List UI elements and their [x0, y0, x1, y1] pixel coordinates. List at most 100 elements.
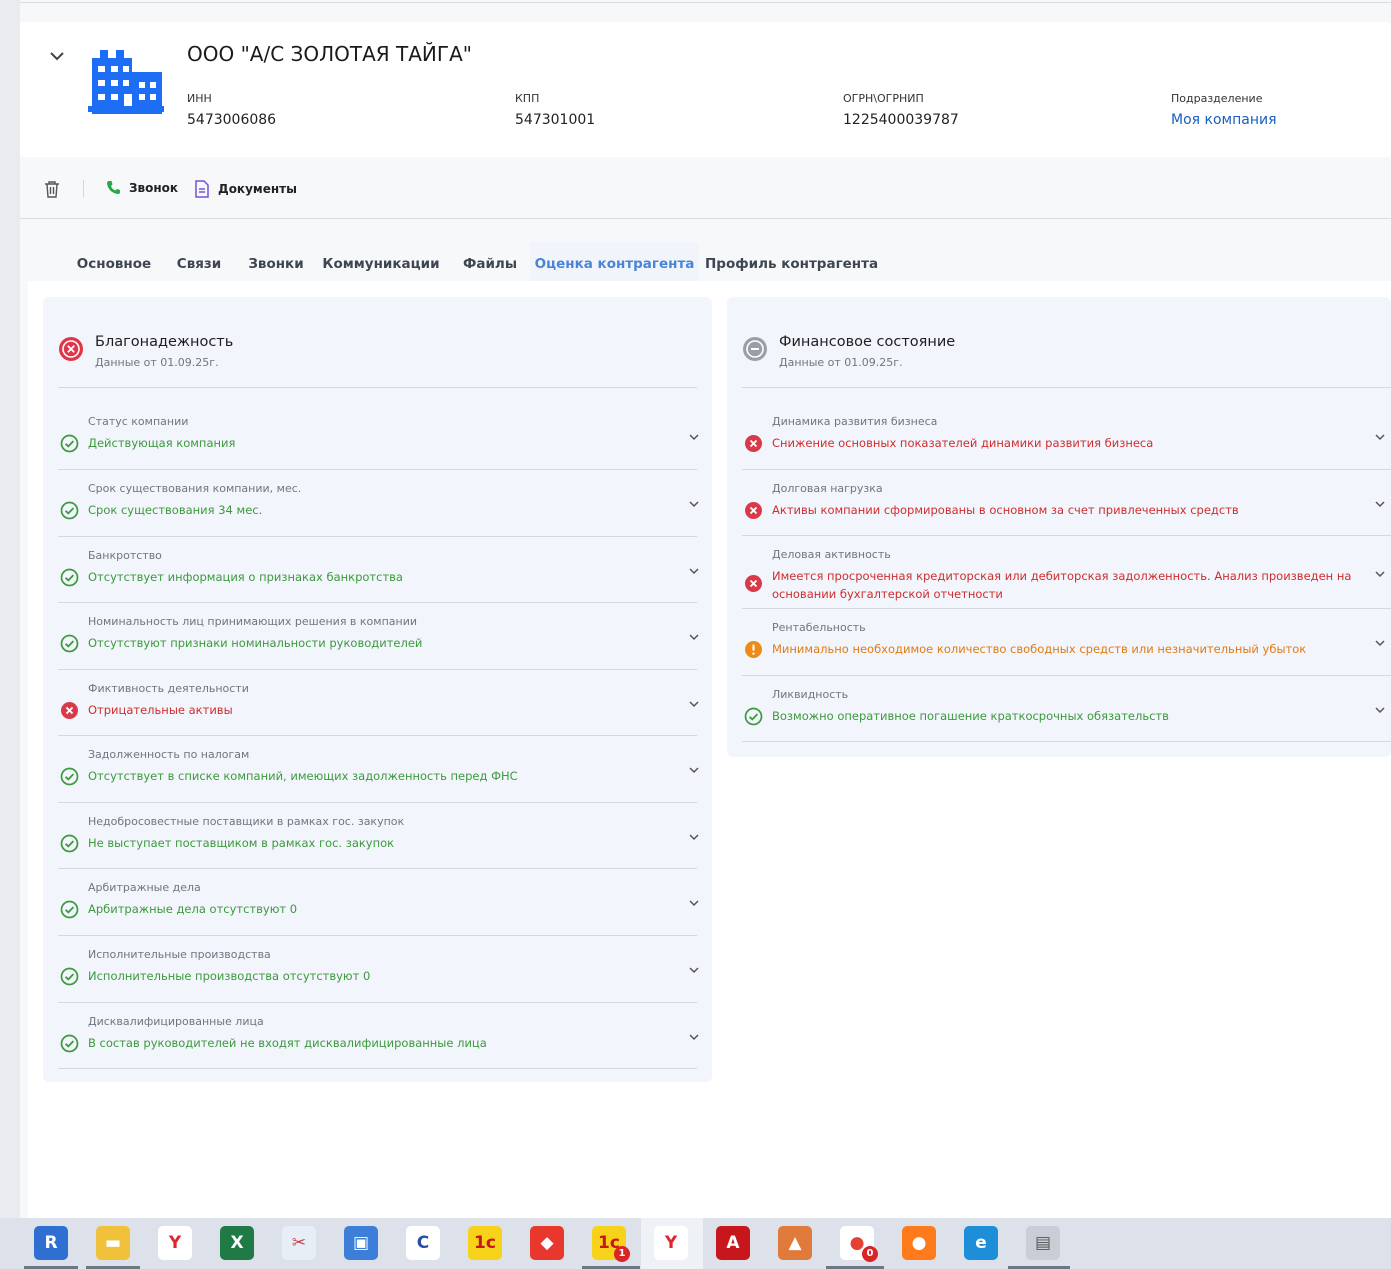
reliability-item[interactable]: Срок существования компании, мес. Срок су…: [58, 470, 699, 537]
1c-icon[interactable]: 1c: [468, 1226, 502, 1260]
chevron-down-icon[interactable]: [687, 497, 701, 511]
anydesk-icon[interactable]: ◆: [530, 1226, 564, 1260]
check-circle-icon: [60, 1034, 79, 1053]
error-circle-icon: [59, 337, 83, 361]
collapse-header-button[interactable]: [48, 48, 68, 64]
chevron-down-icon[interactable]: [687, 896, 701, 910]
finance-item[interactable]: Долговая нагрузка Активы компании сформир…: [742, 470, 1391, 536]
item-label: Ликвидность: [772, 688, 849, 701]
item-value-line: Срок существования 34 мес.: [88, 503, 263, 517]
chevron-down-icon[interactable]: [1373, 636, 1387, 650]
reliability-item[interactable]: Банкротство Отсутствует информация о приз…: [58, 537, 699, 603]
acrobat-icon[interactable]: A: [716, 1226, 750, 1260]
item-value-line: Отсутствует в списке компаний, имеющих з…: [88, 769, 518, 783]
finance-item[interactable]: Ликвидность Возможно оперативное погашени…: [742, 676, 1391, 742]
rdp-icon[interactable]: R: [34, 1226, 68, 1260]
item-value: Отрицательные активы: [88, 701, 233, 719]
chevron-down-icon[interactable]: [687, 963, 701, 977]
chevron-down-icon[interactable]: [1373, 567, 1387, 581]
chevron-down-icon[interactable]: [1373, 497, 1387, 511]
finance-item[interactable]: Деловая активность Имеется просроченная к…: [742, 536, 1391, 609]
reliability-item[interactable]: Номинальность лиц принимающих решения в …: [58, 603, 699, 670]
item-value: Отсутствует информация о признаках банкр…: [88, 568, 403, 586]
tab-main[interactable]: Основное: [65, 242, 163, 282]
tab-calls[interactable]: Звонки: [239, 242, 313, 282]
scissors-tool-icon[interactable]: ✂: [282, 1226, 316, 1260]
department-link[interactable]: Моя компания: [1171, 112, 1277, 128]
reliability-date: Данные от 01.09.25г.: [95, 356, 219, 369]
finance-title: Финансовое состояние: [779, 334, 956, 350]
action-toolbar: Звонок Документы: [20, 168, 1391, 210]
network-computer-icon[interactable]: ▣: [344, 1226, 378, 1260]
check-circle-icon: [60, 900, 79, 919]
excel-icon[interactable]: X: [220, 1226, 254, 1260]
reliability-item[interactable]: Арбитражные дела Арбитражные дела отсутст…: [58, 869, 699, 936]
c-app-icon[interactable]: C: [406, 1226, 440, 1260]
toolbar-separator: [83, 180, 84, 198]
notification-badge: 1: [614, 1246, 630, 1262]
yandex-browser-icon[interactable]: Y: [158, 1226, 192, 1260]
item-value-line: Возможно оперативное погашение краткосро…: [772, 709, 1169, 723]
yandex-browser-active-icon[interactable]: Y: [654, 1226, 688, 1260]
item-value: Снижение основных показателей динамики р…: [772, 434, 1153, 452]
image-viewer-icon[interactable]: ▲: [778, 1226, 812, 1260]
error-circle-icon: [745, 575, 762, 592]
reliability-panel: Благонадежность Данные от 01.09.25г. Ста…: [43, 297, 712, 1082]
chevron-down-icon[interactable]: [687, 697, 701, 711]
minus-circle-icon: [743, 337, 767, 361]
chrome-icon[interactable]: ● 0: [840, 1226, 878, 1262]
file-explorer-icon[interactable]: ▬: [96, 1226, 130, 1260]
department-block: Подразделение Моя компания: [1171, 92, 1277, 128]
reliability-item[interactable]: Статус компании Действующая компания: [58, 388, 699, 470]
reliability-item[interactable]: Фиктивность деятельности Отрицательные ак…: [58, 670, 699, 736]
firefox-icon[interactable]: ●: [902, 1226, 936, 1260]
check-circle-icon: [60, 767, 79, 786]
item-label: Банкротство: [88, 549, 162, 562]
chevron-down-icon[interactable]: [687, 564, 701, 578]
edge-icon[interactable]: e: [964, 1226, 998, 1260]
documents-button[interactable]: Документы: [194, 180, 297, 198]
tab-counterparty-profile[interactable]: Профиль контрагента: [705, 242, 878, 282]
call-button[interactable]: Звонок: [106, 180, 178, 195]
tab-files[interactable]: Файлы: [455, 242, 525, 282]
tab-counterparty-assessment[interactable]: Оценка контрагента: [530, 242, 699, 282]
reliability-item[interactable]: Дисквалифицированные лица В состав руково…: [58, 1003, 699, 1069]
reliability-item[interactable]: Задолженность по налогам Отсутствует в сп…: [58, 736, 699, 803]
item-value-line: основании бухгалтерской отчетности: [772, 587, 1003, 601]
chevron-down-icon[interactable]: [687, 630, 701, 644]
item-label: Фиктивность деятельности: [88, 682, 249, 695]
top-divider: [20, 2, 1391, 3]
ogrn-value: 1225400039787: [843, 112, 959, 128]
error-circle-icon: [745, 502, 762, 519]
left-strip: [0, 0, 20, 1218]
chevron-down-icon[interactable]: [687, 763, 701, 777]
reliability-item[interactable]: Недобросовестные поставщики в рамках гос…: [58, 803, 699, 869]
chevron-down-icon[interactable]: [687, 830, 701, 844]
item-value: Действующая компания: [88, 434, 235, 452]
chevron-down-icon[interactable]: [1373, 703, 1387, 717]
call-label: Звонок: [129, 180, 179, 195]
chevron-down-icon[interactable]: [687, 1030, 701, 1044]
tab-communications[interactable]: Коммуникации: [321, 242, 441, 282]
phone-icon: [107, 181, 120, 194]
finance-item[interactable]: Динамика развития бизнеса Снижение основн…: [742, 388, 1391, 470]
check-circle-icon: [744, 707, 763, 726]
delete-button[interactable]: [44, 180, 68, 198]
assessment-content: Благонадежность Данные от 01.09.25г. Ста…: [28, 281, 1391, 1218]
chevron-down-icon[interactable]: [1373, 430, 1387, 444]
inn-label: ИНН: [187, 92, 212, 105]
error-circle-icon: [745, 435, 762, 452]
item-value-line: Отсутствуют признаки номинальности руков…: [88, 636, 423, 650]
tab-relations[interactable]: Связи: [167, 242, 231, 282]
printer-setup-icon[interactable]: ▤: [1026, 1226, 1060, 1260]
documents-label: Документы: [218, 182, 297, 196]
check-circle-icon: [60, 568, 79, 587]
finance-item[interactable]: Рентабельность Минимально необходимое кол…: [742, 609, 1391, 676]
item-value-line: Минимально необходимое количество свобод…: [772, 642, 1307, 656]
item-value: Активы компании сформированы в основном …: [772, 501, 1239, 519]
inn-value: 5473006086: [187, 112, 277, 128]
1c-notification-icon[interactable]: 1c 1: [592, 1226, 630, 1262]
reliability-item[interactable]: Исполнительные производства Исполнительны…: [58, 936, 699, 1003]
item-value: Отсутствует в списке компаний, имеющих з…: [88, 767, 518, 785]
chevron-down-icon[interactable]: [687, 430, 701, 444]
